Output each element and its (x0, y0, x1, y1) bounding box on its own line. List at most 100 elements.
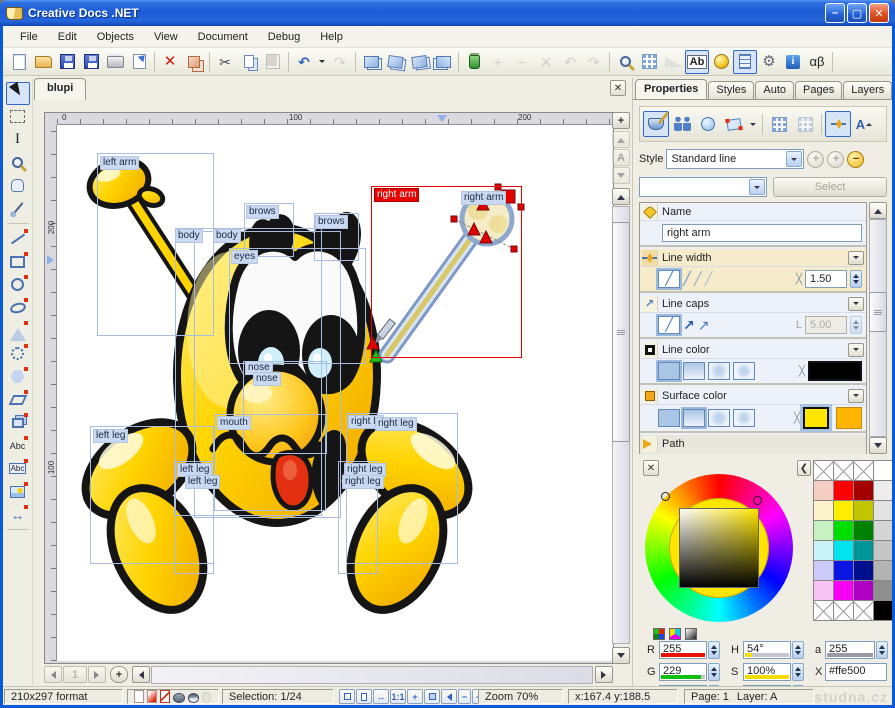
add-page-button[interactable]: + (110, 666, 128, 683)
surface-color-swatch-2[interactable] (836, 407, 862, 429)
tab-pages[interactable]: Pages (795, 81, 843, 99)
layer-down-button[interactable] (612, 167, 630, 184)
select-button[interactable]: Select (773, 177, 887, 197)
palette-swatch[interactable] (874, 561, 892, 580)
palette-swatch[interactable] (814, 461, 833, 480)
style-combo[interactable]: Standard line (666, 149, 805, 169)
glyphs-button[interactable]: αβ (805, 50, 829, 74)
select-tool[interactable] (5, 81, 30, 105)
remove-button[interactable]: − (510, 50, 534, 74)
zoom-100-button[interactable]: 1:1 (390, 689, 406, 704)
bezier-tool[interactable] (6, 342, 30, 365)
cut-button[interactable]: ✂ (213, 50, 237, 74)
save-button[interactable] (55, 50, 79, 74)
fill-pattern-button[interactable] (733, 362, 755, 380)
circle-tool[interactable] (6, 273, 30, 296)
scroll-up-button[interactable] (612, 188, 630, 205)
cap-arrow-filled-button[interactable]: ↗ (683, 317, 695, 334)
palette-swatch[interactable] (874, 481, 892, 500)
palette-swatch[interactable] (874, 461, 892, 480)
layer-name-button[interactable]: A (612, 149, 630, 166)
palette-swatch[interactable] (834, 521, 853, 540)
h-spinner[interactable] (792, 641, 804, 659)
grid-toggle-button[interactable] (637, 50, 661, 74)
h-input[interactable]: 54° (743, 641, 791, 659)
palette-swatch[interactable] (834, 541, 853, 560)
palette-swatch[interactable] (834, 581, 853, 600)
labels-toggle-button[interactable]: Ab (685, 49, 709, 74)
fill-pattern-button[interactable] (733, 409, 755, 427)
send-backward-button[interactable] (407, 50, 431, 74)
collapse-palette-button[interactable]: ❮ (797, 460, 811, 476)
hand-tool[interactable] (6, 174, 30, 197)
minimize-button[interactable]: – (825, 3, 845, 23)
r-input[interactable]: 255 (659, 641, 707, 659)
sun-icon[interactable] (202, 691, 212, 703)
group-button[interactable] (462, 50, 486, 74)
menu-edit[interactable]: Edit (49, 28, 86, 46)
duplicate-button[interactable] (182, 50, 206, 74)
scroll-left-button[interactable] (132, 666, 150, 683)
g-spinner[interactable] (708, 663, 720, 681)
selection-box-right-arm-active[interactable] (371, 186, 522, 358)
line-color-swatch[interactable] (808, 361, 862, 381)
palette-swatch[interactable] (834, 461, 853, 480)
page-blank-icon[interactable] (134, 690, 145, 703)
hue-marker-secondary[interactable] (753, 496, 762, 505)
redo-button[interactable]: ↷ (328, 50, 352, 74)
object-button[interactable] (695, 111, 721, 137)
line-tool[interactable] (6, 227, 30, 250)
menu-document[interactable]: Document (189, 28, 257, 46)
palette-swatch[interactable] (854, 601, 873, 620)
palette-swatch[interactable] (814, 601, 833, 620)
next-page-button[interactable] (88, 666, 106, 683)
expand-button[interactable] (848, 250, 864, 265)
line-style-thin[interactable]: ╱ (683, 271, 691, 287)
scroll-down-button[interactable] (869, 437, 887, 454)
s-spinner[interactable] (792, 663, 804, 681)
expand-button[interactable] (848, 342, 864, 357)
alpha-spinner[interactable] (876, 641, 888, 659)
ruler-toggle-button[interactable] (661, 50, 685, 74)
hue-marker[interactable] (661, 492, 670, 501)
palette-swatch[interactable] (834, 561, 853, 580)
palette-swatch[interactable] (834, 481, 853, 500)
menu-objects[interactable]: Objects (88, 28, 143, 46)
panel-toggle-button[interactable] (733, 49, 757, 74)
style-new-button[interactable]: + (807, 150, 825, 168)
section-line-caps-header[interactable]: ↗ Line caps (640, 295, 866, 313)
send-to-back-button[interactable] (431, 50, 455, 74)
alpha-input[interactable]: 255 (825, 641, 875, 659)
surface-color-swatch-1[interactable] (800, 404, 832, 432)
line-solid-button[interactable]: ╱ (656, 268, 682, 290)
zoom-out-button[interactable]: − (458, 689, 471, 704)
selection-box-eyes[interactable] (229, 248, 366, 364)
shape-button[interactable] (721, 111, 747, 137)
add-button[interactable]: + (486, 50, 510, 74)
palette-swatch[interactable] (854, 461, 873, 480)
horizontal-scrollbar[interactable] (151, 666, 593, 684)
shape-dropdown[interactable] (747, 111, 759, 137)
rect-select-tool[interactable] (6, 105, 30, 128)
close-picker-button[interactable]: ✕ (643, 460, 659, 476)
zoom-field[interactable]: Zoom 70% (478, 689, 563, 704)
menu-debug[interactable]: Debug (259, 28, 309, 46)
expand-button[interactable] (848, 388, 864, 403)
palette-swatch[interactable] (834, 501, 853, 520)
style-bucket-button[interactable] (643, 111, 669, 137)
palette-swatch[interactable] (854, 481, 873, 500)
rotate-left-button[interactable]: ↶ (558, 50, 582, 74)
open-button[interactable] (31, 50, 55, 74)
fill-gradient-button[interactable] (681, 407, 707, 429)
cap-none-button[interactable]: ╱ (656, 314, 682, 336)
fill-gradient-button[interactable] (683, 362, 705, 380)
zoom-menu-button[interactable] (613, 50, 637, 74)
regular-polygon-tool[interactable] (6, 365, 30, 388)
style-clone-button[interactable]: + (827, 150, 845, 168)
info-button[interactable]: i (781, 50, 805, 74)
section-name-header[interactable]: Name (640, 203, 866, 221)
parallelogram-tool[interactable] (6, 388, 30, 411)
shape-preview-icon[interactable] (173, 692, 185, 703)
zoom-width-button[interactable]: ↔ (373, 689, 389, 704)
copy-button[interactable] (237, 50, 261, 74)
